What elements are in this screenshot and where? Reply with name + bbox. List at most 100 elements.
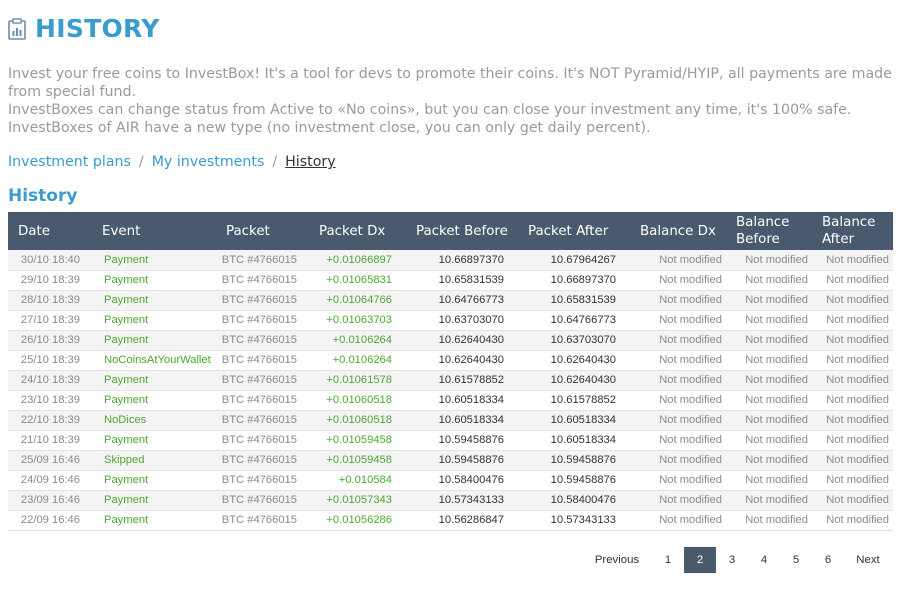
cell-balance-before: Not modified [726, 290, 812, 311]
cell-packet: BTC #4766015 [216, 470, 309, 491]
cell-balance-after: Not modified [812, 310, 893, 331]
cell-packet-after: 10.59458876 [518, 470, 630, 491]
cell-event: Skipped [92, 450, 216, 471]
cell-event: Payment [92, 250, 216, 271]
page-button-2[interactable]: 2 [684, 547, 716, 573]
cell-date: 23/09 16:46 [8, 490, 92, 511]
cell-packet-dx: +0.01056286 [309, 510, 406, 531]
cell-packet: BTC #4766015 [216, 250, 309, 271]
table-row: 21/10 18:39 Payment BTC #4766015 +0.0105945… [8, 430, 893, 451]
page-button-4[interactable]: 4 [748, 547, 780, 573]
cell-balance-dx: Not modified [630, 490, 726, 511]
cell-balance-dx: Not modified [630, 510, 726, 531]
cell-packet: BTC #4766015 [216, 490, 309, 511]
cell-balance-before: Not modified [726, 310, 812, 331]
cell-packet-after: 10.57343133 [518, 510, 630, 531]
cell-event: Payment [92, 310, 216, 331]
table-row: 23/10 18:39 Payment BTC #4766015 +0.0106051… [8, 390, 893, 411]
cell-packet-before: 10.65831539 [406, 270, 518, 291]
cell-balance-after: Not modified [812, 430, 893, 451]
cell-balance-after: Not modified [812, 490, 893, 511]
table-row: 29/10 18:39 Payment BTC #4766015 +0.0106583… [8, 270, 893, 291]
breadcrumb-current: History [285, 154, 336, 170]
cell-event: Payment [92, 370, 216, 391]
column-header-packet-after: Packet After [518, 212, 630, 250]
cell-date: 24/10 18:39 [8, 370, 92, 391]
cell-packet-after: 10.61578852 [518, 390, 630, 411]
next-page-button[interactable]: Next [844, 547, 892, 573]
cell-balance-before: Not modified [726, 470, 812, 491]
cell-packet-after: 10.59458876 [518, 450, 630, 471]
table-row: 22/10 18:39 NoDices BTC #4766015 +0.0106051… [8, 410, 893, 431]
table-row: 23/09 16:46 Payment BTC #4766015 +0.0105734… [8, 490, 893, 511]
cell-balance-after: Not modified [812, 290, 893, 311]
cell-packet-dx: +0.01063703 [309, 310, 406, 331]
cell-balance-before: Not modified [726, 370, 812, 391]
cell-balance-after: Not modified [812, 350, 893, 371]
cell-packet: BTC #4766015 [216, 390, 309, 411]
cell-packet-dx: +0.01059458 [309, 430, 406, 451]
cell-event: Payment [92, 470, 216, 491]
cell-packet: BTC #4766015 [216, 410, 309, 431]
cell-balance-after: Not modified [812, 250, 893, 271]
cell-balance-dx: Not modified [630, 330, 726, 351]
cell-packet: BTC #4766015 [216, 430, 309, 451]
table-row: 27/10 18:39 Payment BTC #4766015 +0.0106370… [8, 310, 893, 331]
page-button-5[interactable]: 5 [780, 547, 812, 573]
column-header-packet: Packet [216, 212, 309, 250]
cell-date: 23/10 18:39 [8, 390, 92, 411]
page-title: HISTORY [35, 14, 160, 43]
cell-packet-after: 10.62640430 [518, 370, 630, 391]
breadcrumb-separator: / [272, 154, 278, 170]
cell-packet-dx: +0.01059458 [309, 450, 406, 471]
cell-balance-after: Not modified [812, 390, 893, 411]
section-title: History [8, 186, 78, 206]
cell-balance-dx: Not modified [630, 310, 726, 331]
column-header-date: Date [8, 212, 92, 250]
page-button-1[interactable]: 1 [652, 547, 684, 573]
table-header-row: Date Event Packet Packet Dx Packet Befor… [8, 212, 893, 250]
cell-packet-before: 10.61578852 [406, 370, 518, 391]
cell-event: Payment [92, 510, 216, 531]
breadcrumb-separator: / [138, 154, 144, 170]
cell-balance-after: Not modified [812, 450, 893, 471]
cell-balance-before: Not modified [726, 450, 812, 471]
intro-line: InvestBoxes can change status from Activ… [8, 102, 852, 118]
cell-event: Payment [92, 290, 216, 311]
previous-page-button[interactable]: Previous [582, 547, 652, 573]
table-row: 24/10 18:39 Payment BTC #4766015 +0.0106157… [8, 370, 893, 391]
breadcrumb-investment-plans[interactable]: Investment plans [8, 154, 131, 170]
cell-event: Payment [92, 390, 216, 411]
cell-packet-after: 10.63703070 [518, 330, 630, 351]
cell-packet-after: 10.62640430 [518, 350, 630, 371]
cell-packet-dx: +0.010584 [309, 470, 406, 491]
cell-balance-before: Not modified [726, 510, 812, 531]
cell-packet: BTC #4766015 [216, 290, 309, 311]
cell-event: Payment [92, 430, 216, 451]
cell-packet: BTC #4766015 [216, 370, 309, 391]
cell-packet-dx: +0.0106264 [309, 350, 406, 371]
cell-packet-before: 10.58400476 [406, 470, 518, 491]
cell-packet-before: 10.64766773 [406, 290, 518, 311]
cell-balance-dx: Not modified [630, 450, 726, 471]
cell-balance-before: Not modified [726, 390, 812, 411]
cell-packet-before: 10.62640430 [406, 350, 518, 371]
cell-packet-after: 10.64766773 [518, 310, 630, 331]
cell-packet-before: 10.63703070 [406, 310, 518, 331]
cell-packet: BTC #4766015 [216, 350, 309, 371]
cell-packet-dx: +0.01060518 [309, 390, 406, 411]
cell-balance-before: Not modified [726, 250, 812, 271]
cell-balance-dx: Not modified [630, 390, 726, 411]
history-table: Date Event Packet Packet Dx Packet Befor… [8, 212, 893, 531]
intro-line: Invest your free coins to InvestBox! It'… [8, 66, 892, 100]
breadcrumb: Investment plans / My investments / Hist… [8, 154, 336, 170]
cell-packet-before: 10.62640430 [406, 330, 518, 351]
cell-packet-before: 10.56286847 [406, 510, 518, 531]
page-button-6[interactable]: 6 [812, 547, 844, 573]
cell-packet-before: 10.59458876 [406, 430, 518, 451]
cell-date: 25/10 18:39 [8, 350, 92, 371]
page-button-3[interactable]: 3 [716, 547, 748, 573]
cell-packet-after: 10.66897370 [518, 270, 630, 291]
cell-date: 27/10 18:39 [8, 310, 92, 331]
breadcrumb-my-investments[interactable]: My investments [152, 154, 265, 170]
